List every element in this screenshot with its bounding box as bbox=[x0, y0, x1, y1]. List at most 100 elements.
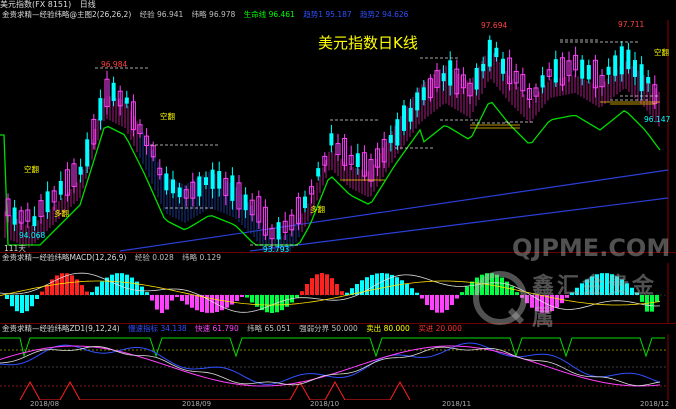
candle-body bbox=[487, 39, 492, 67]
macd-bar bbox=[40, 291, 44, 295]
candle-body bbox=[474, 67, 479, 90]
legend-trend2: 趋势2 94.626 bbox=[360, 10, 409, 19]
macd-bar bbox=[250, 295, 254, 303]
candle-body bbox=[606, 66, 611, 75]
legend-life-line: 生命线 96.461 bbox=[243, 10, 295, 19]
macd-bar bbox=[365, 277, 369, 295]
zd-weilue: 纬略 65.051 bbox=[247, 324, 291, 333]
main-indicator-name[interactable]: 金贵求精—经验纬略@主图2(26,26,2) bbox=[2, 10, 131, 19]
macd-bar bbox=[15, 295, 19, 312]
macd-bar bbox=[160, 295, 164, 313]
candle-body bbox=[171, 179, 175, 194]
macd-bar bbox=[70, 275, 74, 295]
macd-bar bbox=[110, 274, 114, 295]
period-label[interactable]: 日线 bbox=[80, 0, 96, 9]
candle-body bbox=[164, 173, 169, 191]
candle-body bbox=[402, 105, 406, 131]
zd-slow: 慢速指标 34.138 bbox=[128, 324, 187, 333]
macd-bar bbox=[370, 274, 374, 295]
macd-bar bbox=[10, 295, 14, 307]
macd-bar bbox=[25, 295, 29, 312]
macd-bar bbox=[420, 295, 424, 299]
macd-bar bbox=[120, 273, 124, 295]
candle-body bbox=[45, 191, 50, 213]
macd-bar bbox=[170, 295, 174, 301]
macd-bar bbox=[405, 284, 409, 295]
watermark: QJPME.COM 鑫汇金贵金属 bbox=[470, 228, 670, 331]
macd-bar bbox=[320, 273, 324, 295]
macd-bar bbox=[295, 295, 299, 298]
macd-bar bbox=[65, 273, 69, 295]
watermark-logo-icon bbox=[473, 271, 527, 325]
macd-bar bbox=[445, 295, 449, 310]
macd-bar bbox=[200, 295, 204, 312]
price-high-label-3: 97.711 bbox=[618, 20, 645, 29]
macd-bar bbox=[230, 295, 234, 305]
macd-bar bbox=[30, 295, 34, 307]
macd-bar bbox=[145, 292, 149, 295]
macd-bar bbox=[235, 295, 239, 301]
macd-bar bbox=[150, 295, 154, 301]
candle-body bbox=[58, 180, 63, 195]
candle-body bbox=[276, 222, 281, 240]
macd-bar bbox=[95, 286, 99, 295]
macd-bar bbox=[185, 295, 189, 305]
signal-label-2: 空翻 bbox=[160, 112, 175, 121]
zd-fast-line bbox=[0, 345, 661, 387]
macd-bar bbox=[430, 295, 434, 310]
zd-weilue-line bbox=[0, 346, 661, 387]
main-indicator-legend: 金贵求精—经验纬略@主图2(26,26,2) 经验 96.941 纬略 96.9… bbox=[2, 10, 414, 20]
price-high-label-1: 96.984 bbox=[101, 60, 128, 69]
chart-title: 美元指数日K线 bbox=[318, 34, 418, 52]
macd-bar bbox=[400, 280, 404, 295]
zd-red-line bbox=[19, 380, 411, 400]
zd-chart[interactable] bbox=[0, 334, 676, 400]
macd-bar bbox=[410, 288, 414, 295]
symbol-title: 美元指数(FX 8151) bbox=[0, 0, 72, 9]
candle-body bbox=[553, 59, 558, 83]
date-tick: 2018/08 bbox=[30, 400, 60, 408]
candle-body bbox=[586, 65, 591, 80]
zd-sell: 卖出 80.000 bbox=[366, 324, 410, 333]
macd-bar bbox=[240, 295, 244, 298]
zd-indicator-name[interactable]: 金贵求精—经验纬略ZD1(9,12,24) bbox=[2, 324, 120, 333]
macd-bar bbox=[285, 295, 289, 307]
macd-bar bbox=[210, 295, 214, 313]
macd-bar bbox=[180, 295, 184, 301]
macd-bar bbox=[280, 295, 284, 311]
candle-body bbox=[415, 92, 420, 111]
candle-body bbox=[633, 60, 637, 77]
macd-bar bbox=[100, 281, 104, 295]
macd-bar bbox=[310, 278, 314, 295]
date-tick: 2018/10 bbox=[310, 400, 340, 408]
candle-body bbox=[626, 49, 631, 70]
watermark-text-2: 鑫汇金贵金属 bbox=[532, 274, 658, 331]
candle-body bbox=[395, 119, 400, 146]
zd-panel[interactable] bbox=[0, 334, 676, 400]
macd-indicator-name[interactable]: 金贵求精—经验纬略MACD(12,26,9) bbox=[2, 253, 126, 262]
candle-body bbox=[177, 187, 182, 198]
candle-body bbox=[501, 58, 505, 74]
date-tick: 2018/11 bbox=[442, 400, 472, 408]
candle-body bbox=[388, 134, 393, 143]
macd-bar bbox=[300, 291, 304, 295]
candlestick-chart[interactable] bbox=[0, 20, 676, 252]
zd-slow-line bbox=[0, 342, 661, 385]
candle-body bbox=[494, 47, 499, 58]
candle-body bbox=[230, 175, 235, 201]
zd-legend: 金贵求精—经验纬略ZD1(9,12,24) 慢速指标 34.138 快速 61.… bbox=[2, 324, 468, 334]
macd-bar bbox=[85, 291, 89, 295]
macd-bar bbox=[195, 295, 199, 311]
macd-bar bbox=[455, 295, 459, 299]
main-chart-panel[interactable] bbox=[0, 20, 676, 252]
macd-bar bbox=[80, 285, 84, 295]
macd-bar bbox=[450, 295, 454, 306]
macd-bar bbox=[20, 295, 24, 313]
candle-body bbox=[210, 169, 215, 189]
price-low-label-3: 96.147 bbox=[644, 115, 671, 124]
macd-legend: 金贵求精—经验纬略MACD(12,26,9) 经验 0.028 纬略 0.129 bbox=[2, 253, 227, 263]
candle-body bbox=[619, 46, 624, 75]
candle-body bbox=[448, 60, 453, 86]
signal-label-5: 空翻 bbox=[654, 48, 669, 57]
macd-bar bbox=[5, 295, 9, 300]
